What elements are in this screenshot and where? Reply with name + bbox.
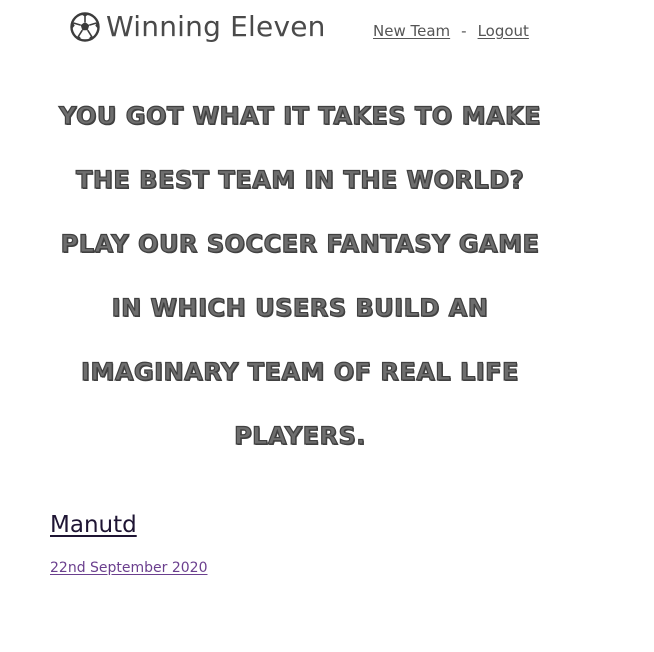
hero-line: the best team in the world? (75, 165, 525, 194)
team-title-link[interactable]: Manutd (50, 512, 208, 538)
hero-line: players. (233, 421, 366, 450)
hero-line: imaginary team of real life (80, 357, 519, 386)
logout-link[interactable]: Logout (478, 22, 529, 40)
nav-links: New Team - Logout (373, 22, 529, 40)
nav-separator: - (461, 22, 467, 40)
hero-line: Play our soccer fantasy game (60, 229, 540, 258)
team-post: Manutd 22nd September 2020 (50, 512, 208, 576)
team-date-link[interactable]: 22nd September 2020 (50, 560, 208, 576)
hero-tagline: You got what it takes to make the best t… (40, 84, 560, 468)
hero-line: You got what it takes to make (58, 101, 542, 130)
brand-link[interactable]: Winning Eleven (70, 10, 326, 43)
soccer-ball-icon (70, 11, 100, 42)
brand-name: Winning Eleven (106, 10, 326, 43)
new-team-link[interactable]: New Team (373, 22, 450, 40)
top-navbar: Winning Eleven New Team - Logout (0, 0, 654, 60)
hero-line: in which users build an (111, 293, 489, 322)
